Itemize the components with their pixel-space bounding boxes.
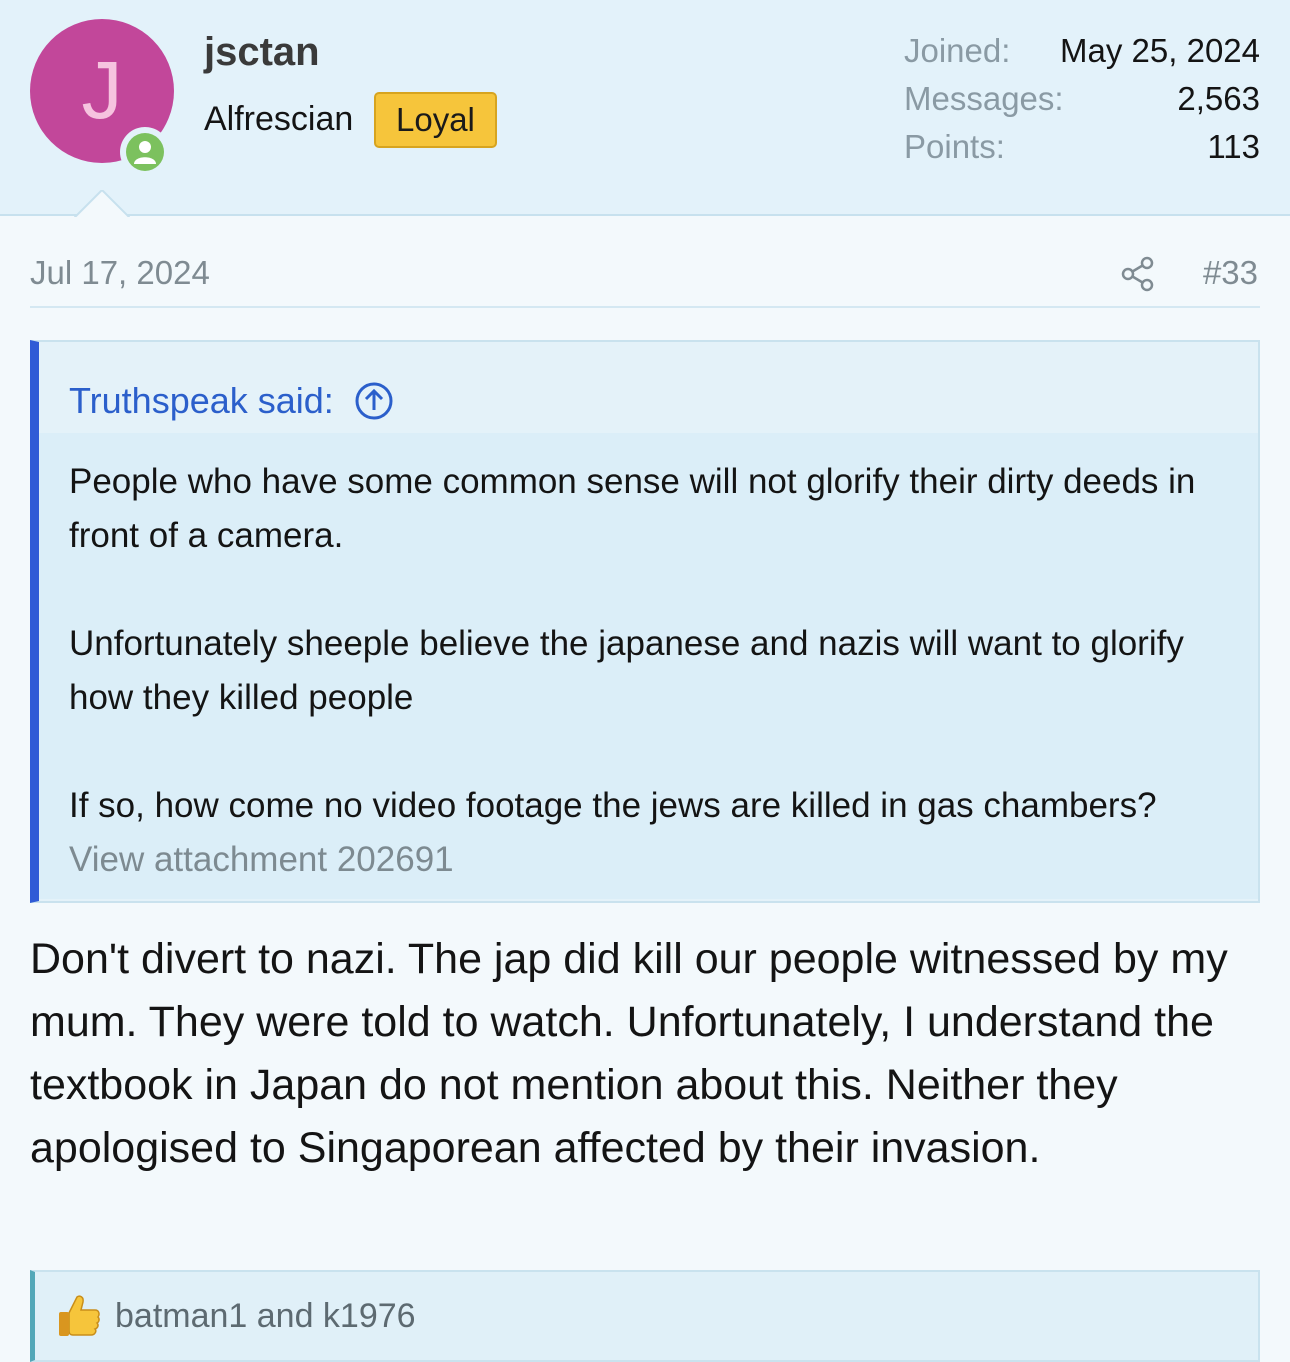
quote-body: People who have some common sense will n… [39,433,1258,899]
stat-messages: Messages: 2,563 [904,80,1260,128]
quote-paragraph: If so, how come no video footage the jew… [69,779,1228,887]
online-status-badge [120,127,170,177]
username[interactable]: jsctan [204,30,320,75]
stat-points: Points: 113 [904,128,1260,176]
user-title: Alfrescian [204,100,354,138]
quote-author-link[interactable]: Truthspeak said: [69,380,334,421]
stat-value: 113 [1207,128,1260,165]
quote-text: If so, how come no video footage the jew… [69,786,1157,825]
quote-paragraph: People who have some common sense will n… [69,462,1196,555]
post-date[interactable]: Jul 17, 2024 [30,254,210,292]
stat-joined: Joined: May 25, 2024 [904,32,1260,80]
reactions-bar: batman1 and k1976 [30,1270,1260,1362]
stat-value: May 25, 2024 [1060,32,1260,69]
stat-label: Joined: [904,32,1011,69]
quote-header: Truthspeak said: [39,342,1258,433]
reaction-names[interactable]: batman1 and k1976 [115,1297,416,1336]
share-icon[interactable] [1121,256,1155,297]
thumbs-up-icon[interactable] [57,1293,101,1339]
post-message: Don't divert to nazi. The jap did kill o… [30,935,1228,1172]
stat-label: Messages: [904,80,1064,117]
user-stats: Joined: May 25, 2024 Messages: 2,563 Poi… [904,32,1260,176]
stat-label: Points: [904,128,1005,165]
quote-paragraph: Unfortunately sheeple believe the japane… [69,624,1184,717]
user-online-icon [134,141,156,164]
arrow-up-circle-icon[interactable] [354,381,394,421]
stat-value: 2,563 [1177,80,1260,117]
user-header: J jsctan Alfrescian Loyal Joined: May 25… [0,0,1290,216]
attachment-link[interactable]: View attachment 202691 [69,840,454,879]
user-banner: Loyal [374,92,497,148]
post-number-link[interactable]: #33 [1203,254,1258,292]
divider [30,306,1260,308]
quote-block: Truthspeak said: People who have some co… [30,340,1260,903]
